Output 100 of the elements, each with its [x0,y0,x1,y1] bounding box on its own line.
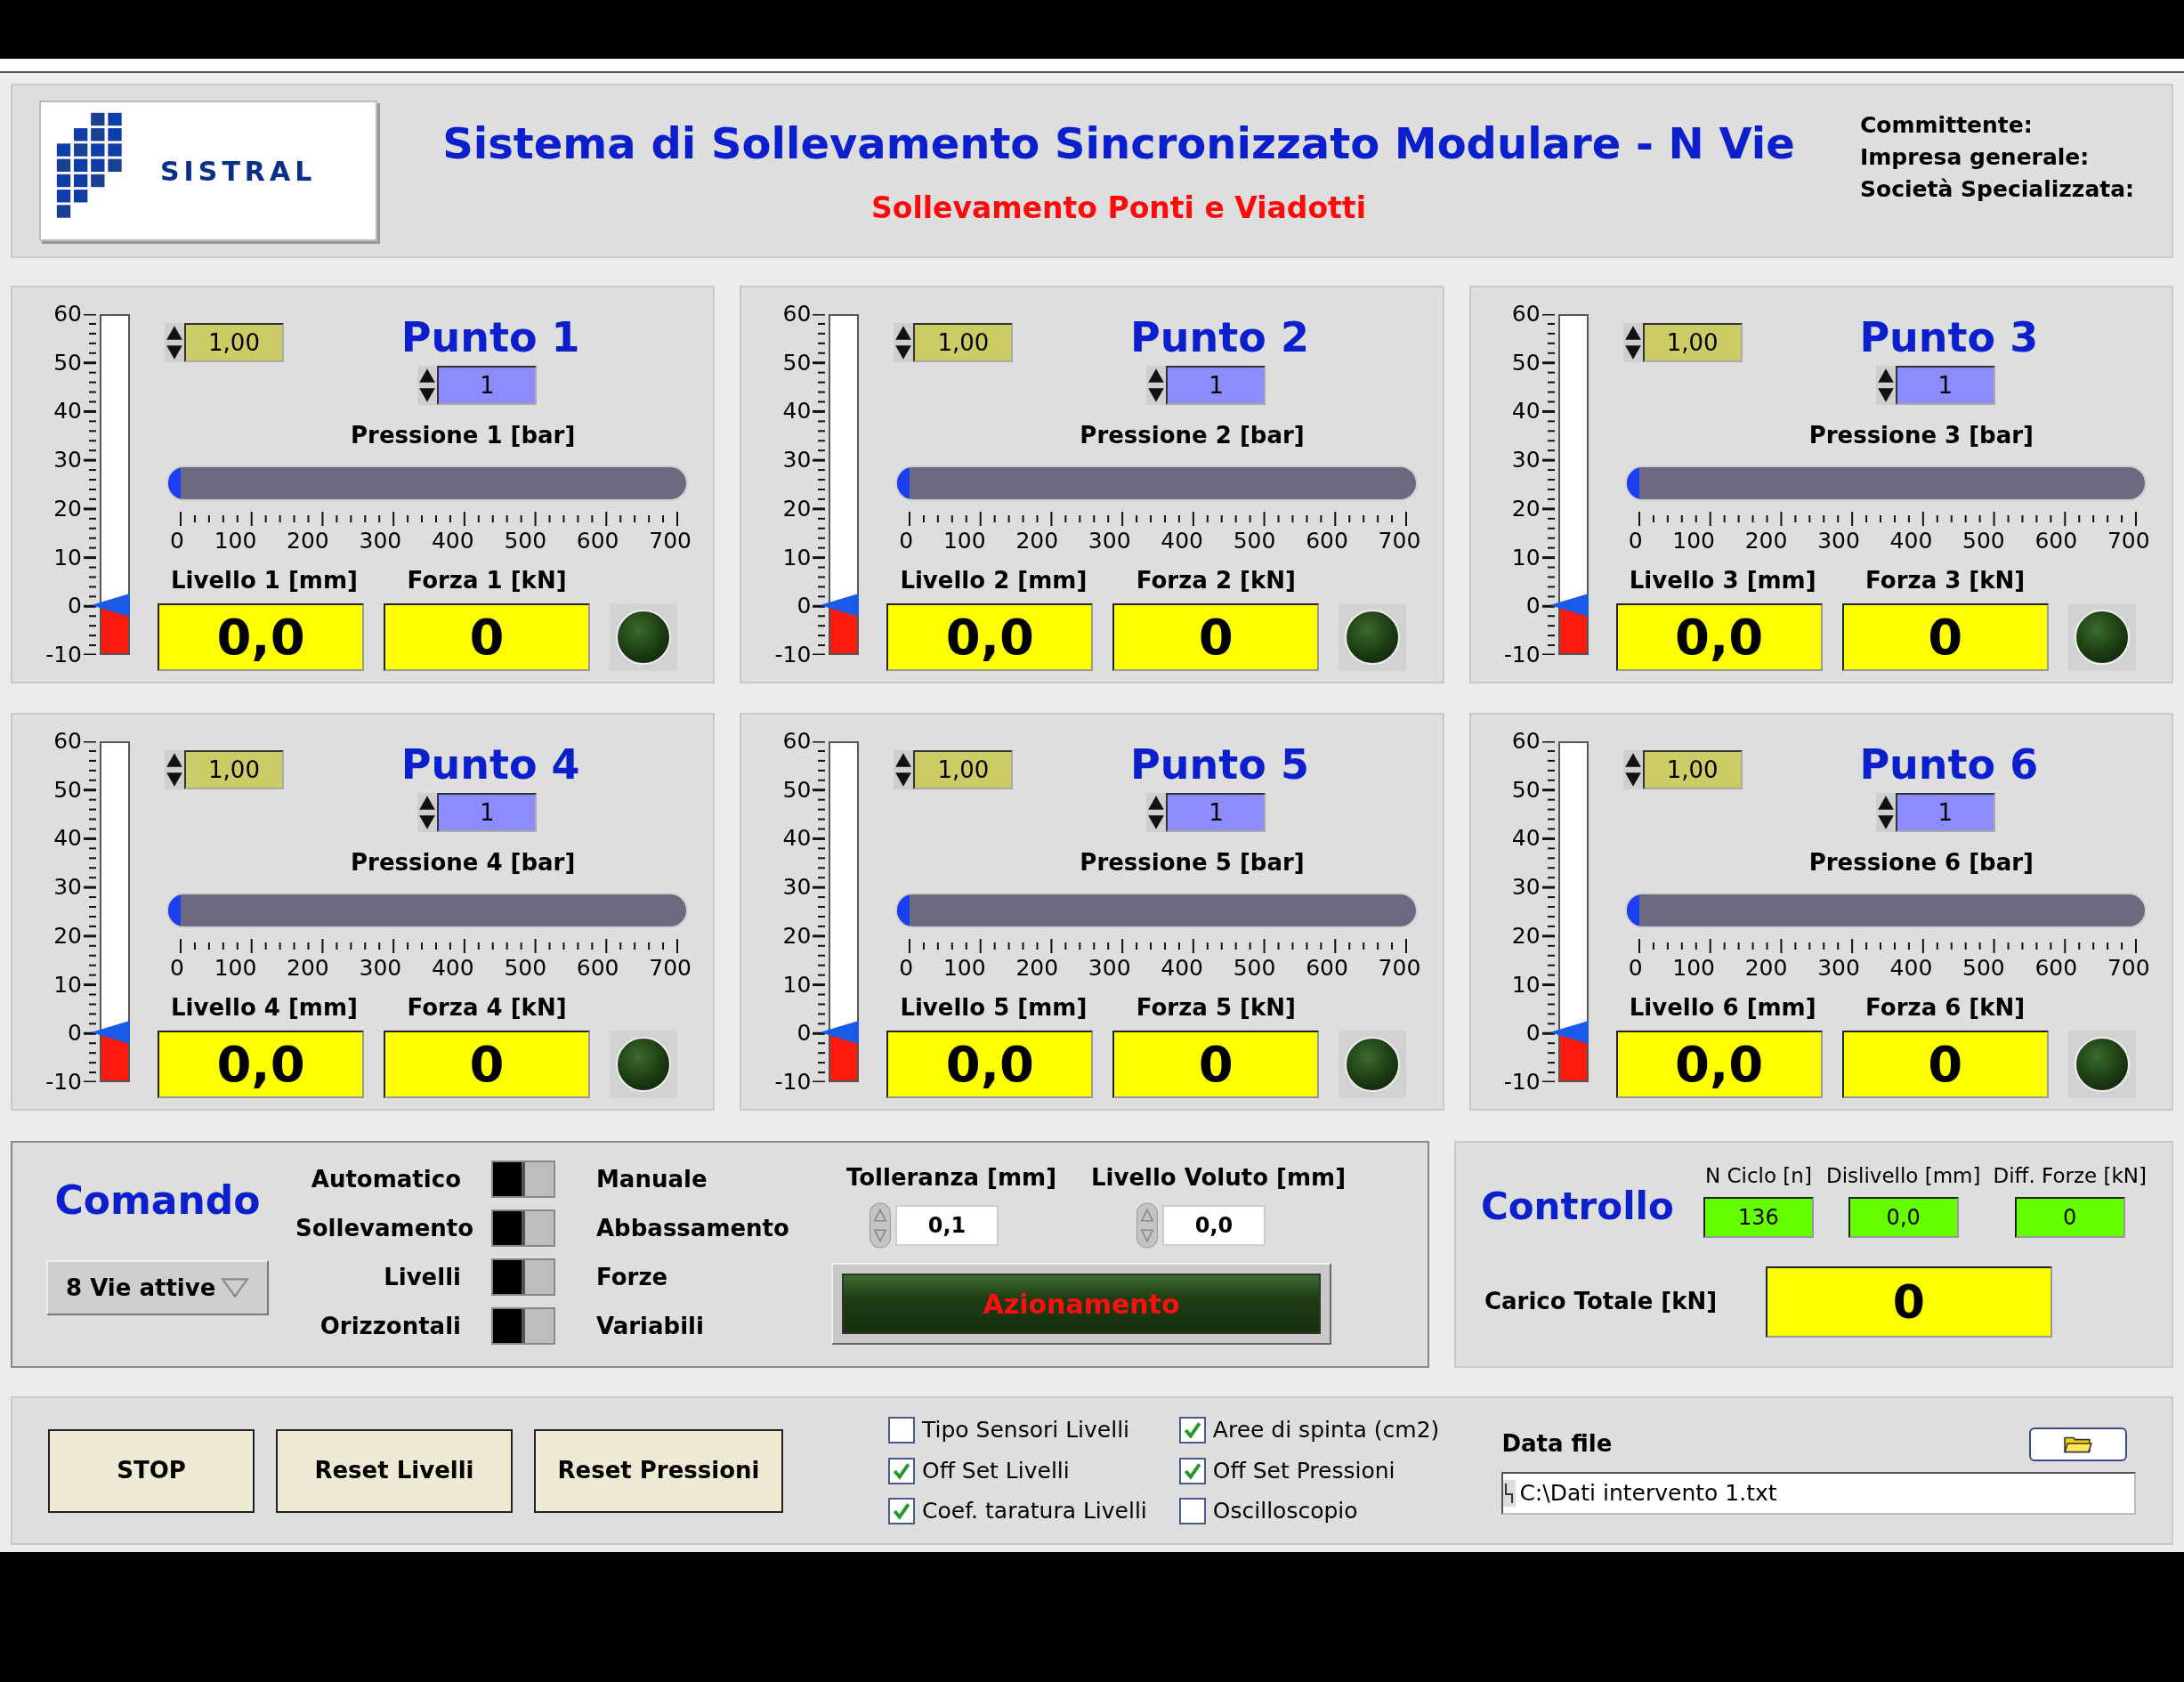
spinner-arrows-icon[interactable] [1875,793,1896,832]
spinner-arrows-icon[interactable] [894,323,914,362]
checkbox[interactable] [1178,1417,1206,1443]
checkbox-label: Aree di spinta (cm2) [1212,1416,1440,1445]
numeric-field[interactable]: 1 [1166,793,1266,832]
scale-label: 50 [1510,349,1541,376]
scale-label: 100 [1672,527,1715,555]
level-display: 0,0 [886,603,1094,671]
scale-label: 500 [1962,527,2005,555]
toggle-switch[interactable] [491,1258,555,1296]
numeric-field[interactable]: 1,00 [184,323,284,362]
scale-label: 40 [781,398,812,425]
scale-label: 30 [781,874,812,902]
setpoint-label: Livello Voluto [mm] [1090,1163,1347,1193]
scale-label: 300 [1088,954,1131,983]
indicator-display: 0 [2014,1196,2125,1238]
numeric-field[interactable]: 1,00 [184,750,284,789]
setpoint-field[interactable]: 0,0 [1162,1205,1266,1246]
scale-label: 200 [287,527,329,555]
checkbox-label: Oscilloscopio [1212,1497,1358,1526]
spinner-arrows-icon[interactable] [417,793,438,832]
switch-left-label: Livelli [383,1262,462,1292]
browse-button[interactable] [2029,1427,2127,1461]
toggle-switch[interactable] [491,1209,555,1247]
level-display: 0,0 [158,603,364,671]
spinner-arrows-icon[interactable] [1622,323,1643,362]
numeric-field[interactable]: 1 [437,366,538,405]
numeric-field[interactable]: 1,00 [1642,323,1743,362]
section-title: Comando [54,1177,261,1225]
scale-label: 40 [1510,398,1541,425]
spinner-arrows-icon[interactable] [1146,793,1167,832]
pressure-label: Pressione 1 [bar] [351,421,576,450]
scale-label: 100 [214,954,257,983]
scale-label: 500 [1962,954,2005,983]
level-pointer-icon[interactable] [91,1020,130,1044]
force-display: 0 [384,1031,590,1098]
scale-label: 300 [1817,527,1860,555]
spinner-arrows-icon[interactable] [1622,750,1643,789]
scale-label: 40 [1510,825,1541,853]
spinner-arrows-icon[interactable] [894,750,914,789]
file-path-field[interactable]: C:\Dati intervento 1.txt [1501,1472,2136,1515]
scale-label: 700 [649,954,692,983]
toggle-switch[interactable] [491,1307,555,1345]
level-pointer-icon[interactable] [820,593,860,617]
spinner-arrows-icon[interactable] [1146,366,1167,405]
level-pointer-icon[interactable] [820,1020,860,1044]
scale-label: 50 [781,349,812,376]
switch-right-label: Manuale [595,1164,708,1194]
spinner-arrows-icon[interactable] [1875,366,1896,405]
scale-label: 600 [576,527,619,555]
numeric-field[interactable]: 1 [437,793,538,832]
pressure-label: Pressione 2 [bar] [1080,421,1305,450]
toggle-switch[interactable] [491,1160,555,1198]
scale-label: 0 [899,527,914,555]
checkbox[interactable] [1178,1498,1206,1524]
force-display: 0 [1112,1031,1320,1098]
numeric-field[interactable]: 1 [1895,793,1995,832]
spinner-arrows-icon[interactable] [417,366,438,405]
checkbox-label: Off Set Livelli [922,1456,1070,1485]
checkbox[interactable] [888,1498,915,1524]
numeric-field[interactable]: 1,00 [1642,750,1743,789]
checkbox[interactable] [888,1457,915,1484]
level-display: 0,0 [886,1031,1094,1098]
scale-label: 400 [1161,527,1203,555]
checkbox[interactable] [888,1417,915,1443]
action-button[interactable]: STOP [48,1428,255,1513]
action-button[interactable]: Reset Livelli [276,1428,513,1513]
scale-label: 400 [431,954,474,983]
force-label: Forza 4 [kN] [406,993,568,1023]
numeric-field[interactable]: 1,00 [913,323,1014,362]
indicator-label: N Ciclo [n] [1704,1163,1812,1189]
point-title: Punto 6 [1859,741,2039,788]
scale-label: 50 [53,776,82,804]
spinner-arrows-icon[interactable] [165,750,184,789]
spinner-arrows-icon[interactable] [165,323,184,362]
numeric-field[interactable]: 1 [1166,366,1266,405]
scale-label: 10 [1510,544,1541,571]
numeric-field[interactable]: 1 [1895,366,1995,405]
scale-label: 600 [576,954,619,983]
total-display: 0 [1765,1266,2052,1338]
scale-label: 30 [53,447,82,474]
level-pointer-icon[interactable] [91,593,130,617]
setpoint-field[interactable]: 0,1 [895,1205,999,1246]
level-pointer-icon[interactable] [1549,1020,1589,1044]
checkbox[interactable] [1178,1457,1206,1484]
info-label: Committente: [1860,111,2034,140]
switch-right-label: Abbassamento [595,1213,790,1243]
app-title: Sistema di Sollevamento Sincronizzato Modulare - N Vie [442,117,1795,171]
check-icon [1182,1420,1202,1440]
indicator-label: Dislivello [mm] [1825,1163,1981,1189]
scale-label: 500 [1233,954,1276,983]
scale-label: 60 [1510,728,1541,755]
scale-label: 0 [1628,954,1643,983]
action-button[interactable]: Reset Pressioni [534,1428,783,1513]
point-title: Punto 5 [1130,741,1309,788]
numeric-field[interactable]: 1,00 [913,750,1014,789]
force-display: 0 [384,603,590,671]
level-pointer-icon[interactable] [1549,593,1589,617]
mode-dropdown[interactable]: 8 Vie attive [46,1260,269,1315]
info-label: Società Specializzata: [1860,175,2136,204]
